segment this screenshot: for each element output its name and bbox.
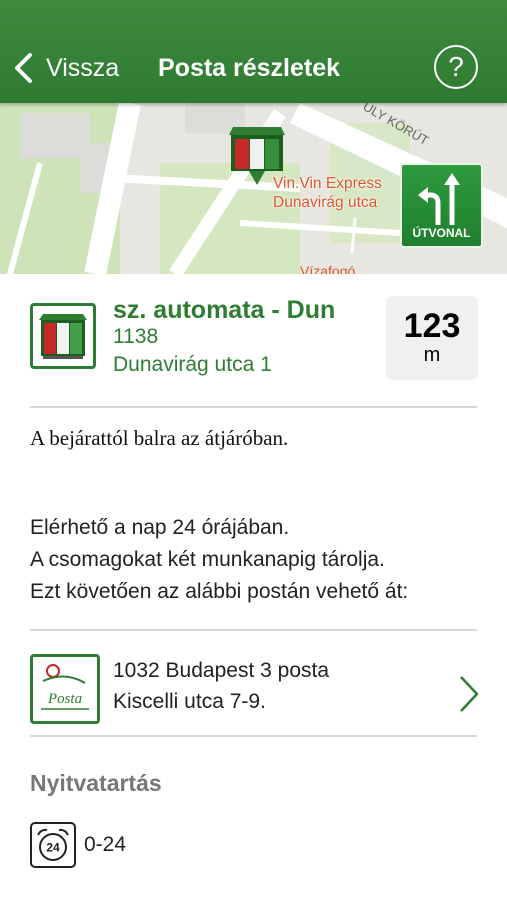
- divider: [30, 629, 477, 631]
- posta-logo: Posta: [33, 657, 97, 721]
- back-label: Vissza: [46, 53, 120, 82]
- distance-value: 123: [403, 307, 461, 345]
- alarm-clock-24-icon: 24: [30, 822, 76, 868]
- directions-text: A bejárattól balra az átjáróban.: [30, 426, 289, 450]
- distance-badge: 123 m: [386, 296, 478, 380]
- route-button[interactable]: ÚTVONAL: [400, 163, 483, 248]
- post-office-address: Kiscelli utca 7-9.: [113, 690, 266, 713]
- chevron-right-icon: [460, 676, 479, 712]
- route-button-label: ÚTVONAL: [412, 226, 471, 240]
- page-title: Posta részletek: [158, 54, 341, 82]
- turn-arrows-icon: [418, 173, 460, 225]
- post-office-name: 1032 Budapest 3 posta: [113, 659, 330, 682]
- chevron-left-icon: [15, 53, 32, 83]
- opening-hours-value: 0-24: [84, 833, 127, 856]
- location-address: Dunavirág utca 1: [113, 353, 272, 376]
- pin-label-line2: Dunavirág utca: [273, 194, 378, 211]
- help-icon: ?: [448, 51, 464, 82]
- pin-label-line1: Vin.Vin Express: [273, 175, 382, 192]
- back-button[interactable]: Vissza: [12, 50, 119, 86]
- kiosk-icon: [39, 314, 87, 359]
- parcel-locker-icon: [30, 303, 96, 369]
- location-name: sz. automata - Dun: [113, 296, 336, 324]
- info-line-2: A csomagokat két munkanapig tárolja.: [30, 548, 385, 571]
- opening-hours-title: Nyitvatartás: [30, 770, 162, 796]
- clock-icon: 24: [37, 828, 69, 861]
- clock-icon-text: 24: [46, 841, 60, 855]
- location-zip: 1138: [113, 325, 159, 348]
- app-header: Vissza Posta részletek ?: [0, 0, 507, 103]
- details-panel: sz. automata - Dun 1138 Dunavirág utca 1…: [0, 274, 507, 900]
- distance-unit: m: [423, 344, 441, 366]
- info-line-1: Elérhető a nap 24 órájában.: [30, 516, 290, 539]
- posta-logo-text: Posta: [47, 691, 82, 707]
- map-partial-label: Vízafogó: [300, 263, 355, 274]
- divider: [30, 406, 477, 408]
- info-line-3: Ezt követően az alábbi postán vehető át:: [30, 580, 409, 603]
- post-logo-icon: Posta: [30, 654, 100, 724]
- pin-label: Vin.Vin Express Dunavirág utca: [273, 174, 382, 212]
- help-button[interactable]: ?: [434, 45, 478, 89]
- divider: [30, 735, 477, 737]
